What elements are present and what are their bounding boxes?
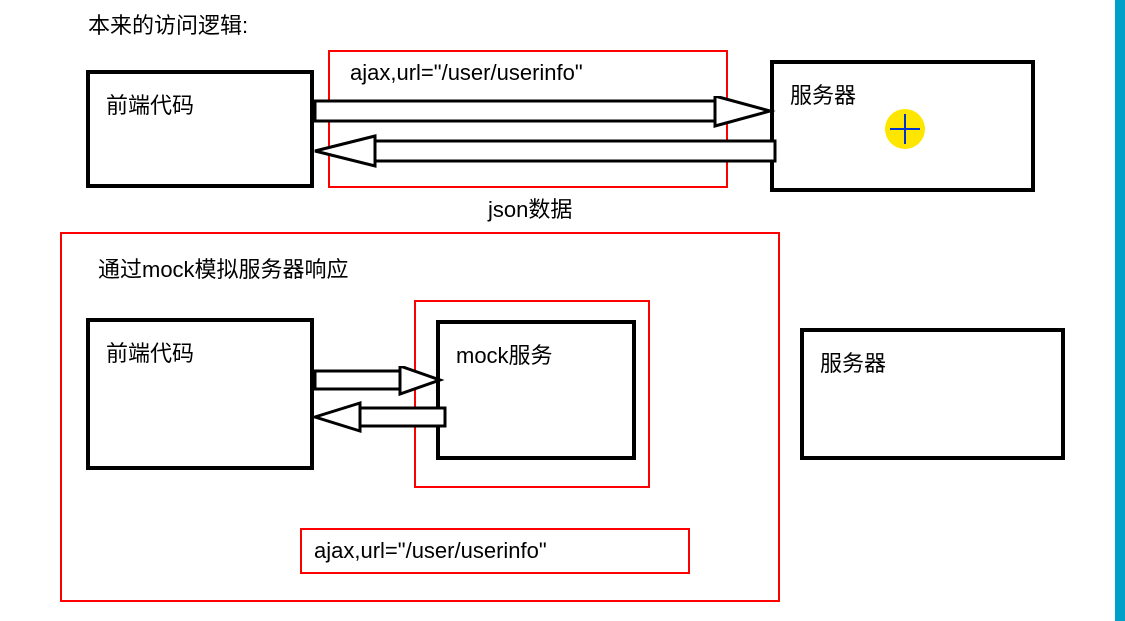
- label-frontend-top: 前端代码: [106, 93, 194, 118]
- label-mock-service: mock服务: [456, 343, 553, 368]
- label-ajax-top: ajax,url="/user/userinfo": [350, 60, 583, 86]
- label-ajax-bottom: ajax,url="/user/userinfo": [314, 538, 547, 564]
- right-stripe: [1115, 0, 1125, 621]
- highlight-ajax-bottom: ajax,url="/user/userinfo": [300, 528, 690, 574]
- label-frontend-bottom: 前端代码: [106, 341, 194, 366]
- crosshair-target-icon: [882, 106, 928, 152]
- box-server-bottom: 服务器: [800, 328, 1065, 460]
- box-frontend-bottom: 前端代码: [86, 318, 314, 470]
- box-mock-service: mock服务: [436, 320, 636, 460]
- arrows-top: [310, 96, 780, 176]
- title-mock-section: 通过mock模拟服务器响应: [98, 252, 349, 284]
- label-json-data: json数据: [488, 192, 572, 224]
- arrows-bottom: [310, 366, 450, 446]
- label-server-bottom: 服务器: [820, 351, 886, 376]
- box-frontend-top: 前端代码: [86, 70, 314, 188]
- title-original-logic: 本来的访问逻辑:: [88, 8, 248, 40]
- label-server-top: 服务器: [790, 83, 856, 108]
